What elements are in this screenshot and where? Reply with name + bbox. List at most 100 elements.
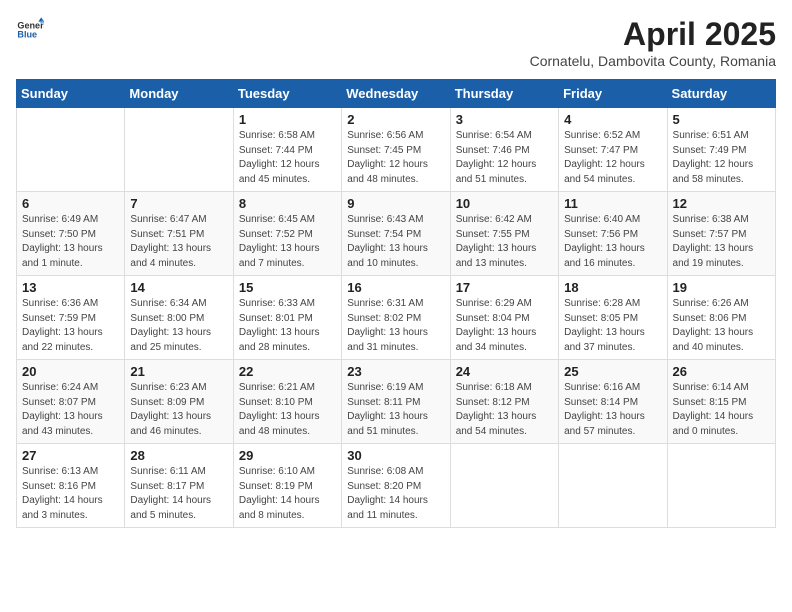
day-detail: Sunrise: 6:16 AM Sunset: 8:14 PM Dayligh… bbox=[564, 381, 661, 439]
day-detail: Sunrise: 6:38 AM Sunset: 7:57 PM Dayligh… bbox=[673, 213, 770, 271]
weekday-header-monday: Monday bbox=[125, 80, 233, 108]
logo: General Blue bbox=[16, 16, 44, 44]
svg-text:Blue: Blue bbox=[17, 30, 37, 40]
day-number: 28 bbox=[130, 448, 227, 463]
calendar-cell: 29 Sunrise: 6:10 AM Sunset: 8:19 PM Dayli… bbox=[233, 444, 341, 528]
day-number: 5 bbox=[673, 112, 770, 127]
calendar-cell: 14Sunrise: 6:34 AM Sunset: 8:00 PM Dayli… bbox=[125, 276, 233, 360]
calendar-cell: 1Sunrise: 6:58 AM Sunset: 7:44 PM Daylig… bbox=[233, 108, 341, 192]
calendar-cell bbox=[559, 444, 667, 528]
weekday-header-thursday: Thursday bbox=[450, 80, 558, 108]
calendar-cell: 25 Sunrise: 6:16 AM Sunset: 8:14 PM Dayli… bbox=[559, 360, 667, 444]
day-number: 3 bbox=[456, 112, 553, 127]
day-detail: Sunrise: 6:31 AM Sunset: 8:02 PM Dayligh… bbox=[347, 297, 444, 355]
calendar-cell bbox=[125, 108, 233, 192]
weekday-header-wednesday: Wednesday bbox=[342, 80, 450, 108]
calendar-week-row: 20 Sunrise: 6:24 AM Sunset: 8:07 PM Dayli… bbox=[17, 360, 776, 444]
day-detail: Sunrise: 6:24 AM Sunset: 8:07 PM Dayligh… bbox=[22, 381, 119, 439]
day-detail: Sunrise: 6:54 AM Sunset: 7:46 PM Dayligh… bbox=[456, 129, 553, 187]
day-detail: Sunrise: 6:42 AM Sunset: 7:55 PM Dayligh… bbox=[456, 213, 553, 271]
day-number: 18 bbox=[564, 280, 661, 295]
weekday-header-friday: Friday bbox=[559, 80, 667, 108]
header: General Blue April 2025 Cornatelu, Dambo… bbox=[16, 16, 776, 69]
day-number: 15 bbox=[239, 280, 336, 295]
calendar-cell: 6 Sunrise: 6:49 AM Sunset: 7:50 PM Daylig… bbox=[17, 192, 125, 276]
day-detail: Sunrise: 6:33 AM Sunset: 8:01 PM Dayligh… bbox=[239, 297, 336, 355]
day-detail: Sunrise: 6:29 AM Sunset: 8:04 PM Dayligh… bbox=[456, 297, 553, 355]
month-year-title: April 2025 bbox=[530, 16, 776, 53]
calendar-cell: 20 Sunrise: 6:24 AM Sunset: 8:07 PM Dayli… bbox=[17, 360, 125, 444]
calendar-week-row: 6 Sunrise: 6:49 AM Sunset: 7:50 PM Daylig… bbox=[17, 192, 776, 276]
day-detail: Sunrise: 6:36 AM Sunset: 7:59 PM Dayligh… bbox=[22, 297, 119, 355]
day-number: 2 bbox=[347, 112, 444, 127]
day-detail: Sunrise: 6:19 AM Sunset: 8:11 PM Dayligh… bbox=[347, 381, 444, 439]
weekday-header-sunday: Sunday bbox=[17, 80, 125, 108]
day-detail: Sunrise: 6:10 AM Sunset: 8:19 PM Dayligh… bbox=[239, 465, 336, 523]
day-number: 17 bbox=[456, 280, 553, 295]
calendar-cell: 15 Sunrise: 6:33 AM Sunset: 8:01 PM Dayli… bbox=[233, 276, 341, 360]
day-detail: Sunrise: 6:47 AM Sunset: 7:51 PM Dayligh… bbox=[130, 213, 227, 271]
day-number: 23 bbox=[347, 364, 444, 379]
calendar-table: SundayMondayTuesdayWednesdayThursdayFrid… bbox=[16, 79, 776, 528]
calendar-cell: 3 Sunrise: 6:54 AM Sunset: 7:46 PM Daylig… bbox=[450, 108, 558, 192]
day-detail: Sunrise: 6:52 AM Sunset: 7:47 PM Dayligh… bbox=[564, 129, 661, 187]
calendar-cell: 18Sunrise: 6:28 AM Sunset: 8:05 PM Dayli… bbox=[559, 276, 667, 360]
calendar-cell: 11Sunrise: 6:40 AM Sunset: 7:56 PM Dayli… bbox=[559, 192, 667, 276]
calendar-cell: 7 Sunrise: 6:47 AM Sunset: 7:51 PM Daylig… bbox=[125, 192, 233, 276]
calendar-cell: 2 Sunrise: 6:56 AM Sunset: 7:45 PM Daylig… bbox=[342, 108, 450, 192]
day-number: 6 bbox=[22, 196, 119, 211]
day-number: 16 bbox=[347, 280, 444, 295]
calendar-cell: 9 Sunrise: 6:43 AM Sunset: 7:54 PM Daylig… bbox=[342, 192, 450, 276]
calendar-cell: 24 Sunrise: 6:18 AM Sunset: 8:12 PM Dayli… bbox=[450, 360, 558, 444]
day-number: 13 bbox=[22, 280, 119, 295]
title-area: April 2025 Cornatelu, Dambovita County, … bbox=[530, 16, 776, 69]
day-detail: Sunrise: 6:13 AM Sunset: 8:16 PM Dayligh… bbox=[22, 465, 119, 523]
calendar-cell bbox=[667, 444, 775, 528]
day-number: 25 bbox=[564, 364, 661, 379]
calendar-cell: 28 Sunrise: 6:11 AM Sunset: 8:17 PM Dayli… bbox=[125, 444, 233, 528]
calendar-cell: 23 Sunrise: 6:19 AM Sunset: 8:11 PM Dayli… bbox=[342, 360, 450, 444]
calendar-week-row: 13 Sunrise: 6:36 AM Sunset: 7:59 PM Dayli… bbox=[17, 276, 776, 360]
calendar-cell: 12 Sunrise: 6:38 AM Sunset: 7:57 PM Dayli… bbox=[667, 192, 775, 276]
weekday-header-row: SundayMondayTuesdayWednesdayThursdayFrid… bbox=[17, 80, 776, 108]
day-detail: Sunrise: 6:56 AM Sunset: 7:45 PM Dayligh… bbox=[347, 129, 444, 187]
day-detail: Sunrise: 6:11 AM Sunset: 8:17 PM Dayligh… bbox=[130, 465, 227, 523]
day-number: 9 bbox=[347, 196, 444, 211]
calendar-cell bbox=[17, 108, 125, 192]
calendar-cell: 13 Sunrise: 6:36 AM Sunset: 7:59 PM Dayli… bbox=[17, 276, 125, 360]
calendar-cell: 19 Sunrise: 6:26 AM Sunset: 8:06 PM Dayli… bbox=[667, 276, 775, 360]
day-number: 21 bbox=[130, 364, 227, 379]
calendar-cell: 21 Sunrise: 6:23 AM Sunset: 8:09 PM Dayli… bbox=[125, 360, 233, 444]
day-number: 27 bbox=[22, 448, 119, 463]
day-number: 24 bbox=[456, 364, 553, 379]
day-detail: Sunrise: 6:08 AM Sunset: 8:20 PM Dayligh… bbox=[347, 465, 444, 523]
weekday-header-saturday: Saturday bbox=[667, 80, 775, 108]
day-number: 14 bbox=[130, 280, 227, 295]
calendar-cell: 27 Sunrise: 6:13 AM Sunset: 8:16 PM Dayli… bbox=[17, 444, 125, 528]
day-detail: Sunrise: 6:18 AM Sunset: 8:12 PM Dayligh… bbox=[456, 381, 553, 439]
calendar-cell: 17 Sunrise: 6:29 AM Sunset: 8:04 PM Dayli… bbox=[450, 276, 558, 360]
day-detail: Sunrise: 6:43 AM Sunset: 7:54 PM Dayligh… bbox=[347, 213, 444, 271]
day-detail: Sunrise: 6:21 AM Sunset: 8:10 PM Dayligh… bbox=[239, 381, 336, 439]
day-detail: Sunrise: 6:26 AM Sunset: 8:06 PM Dayligh… bbox=[673, 297, 770, 355]
day-detail: Sunrise: 6:45 AM Sunset: 7:52 PM Dayligh… bbox=[239, 213, 336, 271]
day-number: 1 bbox=[239, 112, 336, 127]
day-number: 12 bbox=[673, 196, 770, 211]
day-number: 4 bbox=[564, 112, 661, 127]
calendar-cell: 4 Sunrise: 6:52 AM Sunset: 7:47 PM Daylig… bbox=[559, 108, 667, 192]
calendar-cell: 22 Sunrise: 6:21 AM Sunset: 8:10 PM Dayli… bbox=[233, 360, 341, 444]
day-number: 26 bbox=[673, 364, 770, 379]
calendar-week-row: 1Sunrise: 6:58 AM Sunset: 7:44 PM Daylig… bbox=[17, 108, 776, 192]
day-number: 7 bbox=[130, 196, 227, 211]
day-detail: Sunrise: 6:14 AM Sunset: 8:15 PM Dayligh… bbox=[673, 381, 770, 439]
day-detail: Sunrise: 6:49 AM Sunset: 7:50 PM Dayligh… bbox=[22, 213, 119, 271]
day-number: 29 bbox=[239, 448, 336, 463]
weekday-header-tuesday: Tuesday bbox=[233, 80, 341, 108]
day-number: 22 bbox=[239, 364, 336, 379]
day-detail: Sunrise: 6:23 AM Sunset: 8:09 PM Dayligh… bbox=[130, 381, 227, 439]
calendar-week-row: 27 Sunrise: 6:13 AM Sunset: 8:16 PM Dayli… bbox=[17, 444, 776, 528]
day-number: 19 bbox=[673, 280, 770, 295]
calendar-cell bbox=[450, 444, 558, 528]
calendar-cell: 26 Sunrise: 6:14 AM Sunset: 8:15 PM Dayli… bbox=[667, 360, 775, 444]
day-number: 20 bbox=[22, 364, 119, 379]
